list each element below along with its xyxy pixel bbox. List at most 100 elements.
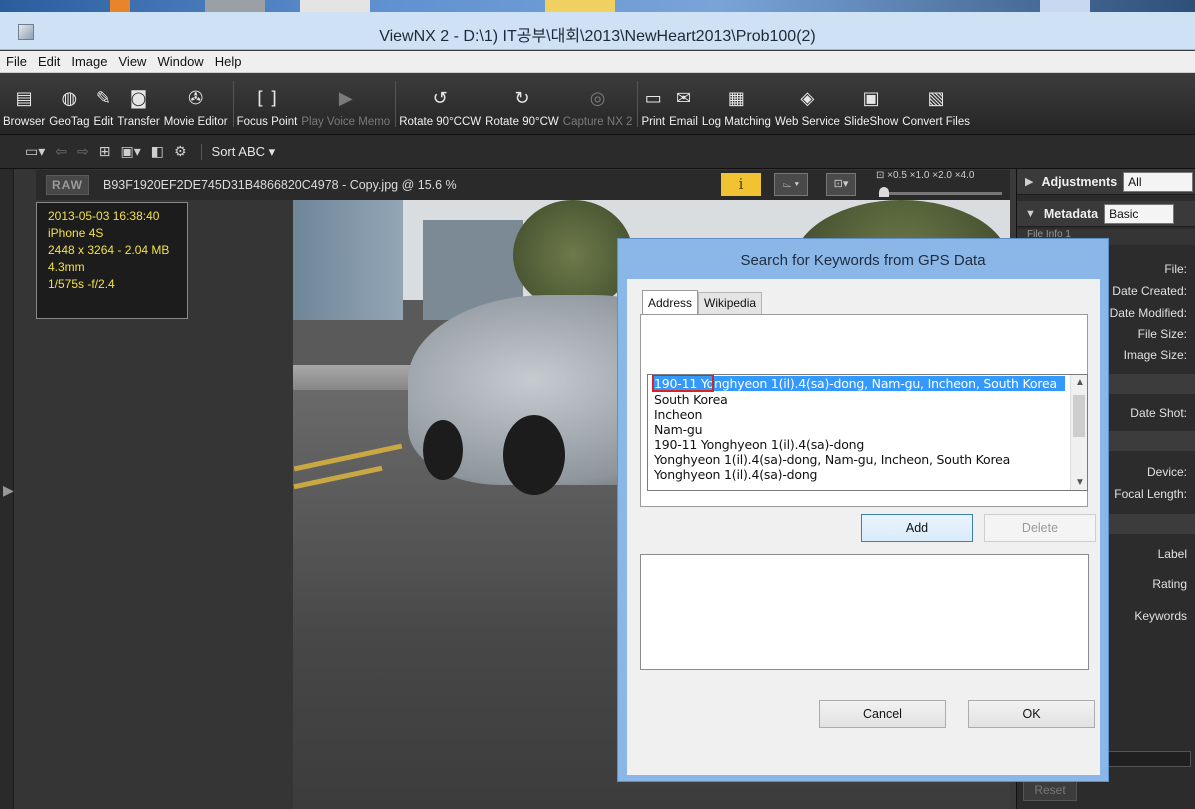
toolbar-focus-point-button[interactable]: [ ] Focus Point <box>236 73 299 135</box>
toolbar-print-button[interactable]: ▭ Print <box>640 73 666 135</box>
histogram-button[interactable]: ⌳ ▾ <box>774 173 808 196</box>
photo-tree <box>513 200 633 310</box>
toolbar-geotag-button[interactable]: ◍ GeoTag <box>48 73 90 135</box>
toolbar-label: Edit <box>93 116 114 128</box>
keyword-item[interactable]: Yonghyeon 1(il).4(sa)-dong <box>654 467 817 482</box>
toolbar-slideshow-button[interactable]: ▣ SlideShow <box>843 73 899 135</box>
adjustments-header[interactable]: ▶ Adjustments All <box>1017 169 1195 195</box>
expand-left-icon[interactable]: ▶ <box>3 482 14 499</box>
keyword-item[interactable]: 190-11 Yonghyeon 1(il).4(sa)-dong <box>654 437 864 452</box>
toolbar-log-matching-button[interactable]: ▦ Log Matching <box>701 73 772 135</box>
reset-button[interactable]: Reset <box>1023 779 1077 801</box>
tab-address[interactable]: Address <box>642 290 699 314</box>
desktop-icon <box>1040 0 1090 12</box>
web-service-icon: ◈ <box>800 88 815 109</box>
menu-edit[interactable]: Edit <box>38 54 60 69</box>
menu-view[interactable]: View <box>119 54 147 69</box>
keyword-item[interactable]: Nam-gu <box>654 422 703 437</box>
tab-wikipedia[interactable]: Wikipedia <box>698 292 763 314</box>
add-button[interactable]: Add <box>861 514 973 542</box>
metadata-select[interactable]: Basic <box>1104 203 1175 224</box>
log-matching-icon: ▦ <box>727 88 745 109</box>
adjustments-title: Adjustments <box>1041 174 1118 189</box>
dialog-title: Search for Keywords from GPS Data <box>740 252 986 269</box>
keyword-list-scrollbar[interactable]: ▲ ▼ <box>1070 375 1087 490</box>
camera-icon: ◙ <box>129 88 148 109</box>
desktop-icon <box>110 0 130 12</box>
scroll-up-icon[interactable]: ▲ <box>1075 377 1085 388</box>
toolbar-label: Log Matching <box>701 116 771 128</box>
toolbar-transfer-button[interactable]: ◙ Transfer <box>116 73 160 135</box>
focus-point-icon: [ ] <box>257 88 277 109</box>
toolbar-play-voice-memo-button[interactable]: ▶ Play Voice Memo <box>300 73 391 135</box>
focal-length-label: Focal Length: <box>1114 487 1187 501</box>
cancel-button[interactable]: Cancel <box>819 700 946 728</box>
folder-up-icon[interactable]: ⊞ <box>99 144 111 160</box>
adjustments-select[interactable]: All <box>1123 171 1194 192</box>
toolbar-separator <box>232 81 234 127</box>
image-select-icon[interactable]: ▣▾ <box>120 144 140 160</box>
gps-keyword-dialog: Search for Keywords from GPS Data Addres… <box>617 238 1109 782</box>
collapse-triangle-icon: ▼ <box>1025 207 1036 220</box>
toolbar-edit-button[interactable]: ✎ Edit <box>92 73 114 135</box>
zoom-slider-thumb[interactable] <box>879 187 889 197</box>
keyword-item-selected[interactable]: 190-11 Yonghyeon 1(il).4(sa)-dong, Nam-g… <box>654 376 1065 391</box>
delete-button[interactable]: Delete <box>984 514 1096 542</box>
menu-bar: File Edit Image View Window Help <box>0 51 1195 73</box>
toolbar-label: Convert Files <box>902 116 971 128</box>
desktop-icon <box>545 0 615 12</box>
toolbar-convert-files-button[interactable]: ▧ Convert Files <box>901 73 971 135</box>
keyword-listbox[interactable]: 190-11 Yonghyeon 1(il).4(sa)-dong, Nam-g… <box>647 374 1088 491</box>
toolbar-rotate-90-ccw-button[interactable]: ↺ Rotate 90°CCW <box>398 73 482 135</box>
main-toolbar: ▤ Browser ◍ GeoTag ✎ Edit ◙ Transfer ✇ Movie Edit… <box>0 73 1195 135</box>
info-button[interactable]: i <box>721 173 761 196</box>
photo-wheel <box>503 415 565 495</box>
browser-icon: ▤ <box>15 88 33 109</box>
toolbar-web-service-button[interactable]: ◈ Web Service <box>774 73 841 135</box>
scroll-thumb[interactable] <box>1073 395 1085 437</box>
window-titlebar[interactable]: ViewNX 2 - D:\1) IT공부\대회\2013\NewHeart20… <box>0 12 1195 50</box>
toolbar-separator <box>395 81 397 127</box>
image-settings-icon[interactable]: ⚙ <box>174 144 187 160</box>
sort-button[interactable]: Sort ABC ▾ <box>200 143 275 160</box>
toolbar-rotate-90-cw-button[interactable]: ↻ Rotate 90°CW <box>484 73 560 135</box>
keyword-item[interactable]: Incheon <box>654 407 702 422</box>
compare-icon[interactable]: ◧ <box>151 144 164 160</box>
menu-help[interactable]: Help <box>215 54 242 69</box>
scroll-down-icon[interactable]: ▼ <box>1075 477 1085 488</box>
forward-arrow-icon[interactable]: ⇨ <box>77 144 89 160</box>
menu-window[interactable]: Window <box>157 54 203 69</box>
toolbar-label: Play Voice Memo <box>301 116 391 128</box>
ok-button[interactable]: OK <box>968 700 1095 728</box>
toolbar-movie-editor-button[interactable]: ✇ Movie Editor <box>163 73 229 135</box>
keyword-item[interactable]: Yonghyeon 1(il).4(sa)-dong, Nam-gu, Inch… <box>654 452 1010 467</box>
printer-icon: ▭ <box>644 88 662 109</box>
window-title: ViewNX 2 - D:\1) IT공부\대회\2013\NewHeart20… <box>379 28 816 45</box>
dialog-tabs: Address Wikipedia <box>642 290 763 314</box>
rotate-cw-icon: ↻ <box>514 88 530 109</box>
browser-toolbar: ▭▾ ⇦ ⇨ ⊞ ▣▾ ◧ ⚙ Sort ABC ▾ <box>0 135 1195 169</box>
toolbar-label: GeoTag <box>49 116 90 128</box>
desktop-icon <box>300 0 370 12</box>
menu-image[interactable]: Image <box>71 54 107 69</box>
toolbar-label: Rotate 90°CW <box>485 116 559 128</box>
back-arrow-icon[interactable]: ⇦ <box>55 144 67 160</box>
image-size-label: Image Size: <box>1123 348 1187 362</box>
edit-icon: ✎ <box>95 88 111 109</box>
toolbar-email-button[interactable]: ✉ Email <box>668 73 699 135</box>
film-reel-icon: ✇ <box>188 88 204 109</box>
info-size: 2448 x 3264 - 2.04 MB <box>48 243 170 257</box>
left-panel-collapse-bar[interactable]: ▶ <box>0 169 14 809</box>
menu-file[interactable]: File <box>6 54 27 69</box>
selected-keywords-box[interactable] <box>640 554 1089 670</box>
keyword-item[interactable]: South Korea <box>654 392 728 407</box>
metadata-header[interactable]: ▼ Metadata Basic <box>1017 201 1195 227</box>
zoom-slider-track[interactable] <box>882 192 1002 195</box>
toolbar-capture-nx-2-button[interactable]: ◎ Capture NX 2 <box>562 73 634 135</box>
toolbar-browser-button[interactable]: ▤ Browser <box>2 73 46 135</box>
fit-button[interactable]: ⊡▾ <box>826 173 856 196</box>
toolbar-label: Print <box>641 116 666 128</box>
sort-label: Sort ABC <box>211 143 265 159</box>
layout-icon[interactable]: ▭▾ <box>25 144 45 160</box>
file-size-label: File Size: <box>1137 327 1187 341</box>
